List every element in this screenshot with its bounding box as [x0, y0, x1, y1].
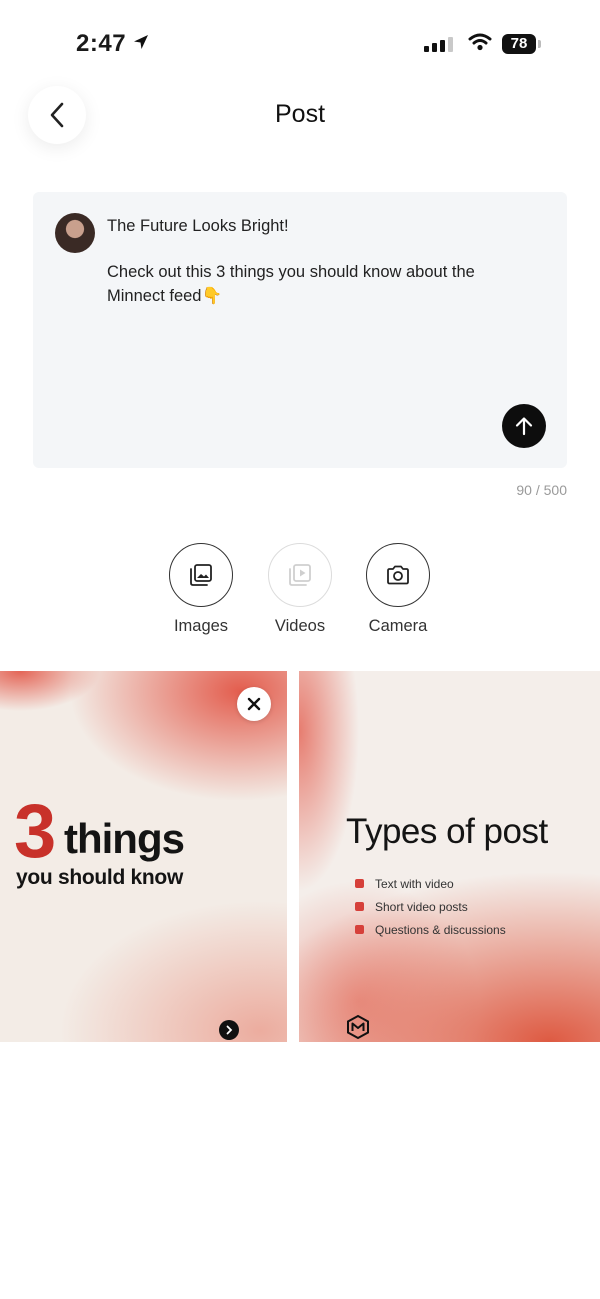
chevron-right-icon — [219, 1020, 239, 1040]
thumbnail-headline: things — [64, 815, 185, 862]
page-title: Post — [274, 100, 326, 128]
images-button[interactable]: Images — [146, 543, 256, 636]
chat-bullet-icon — [355, 925, 364, 934]
list-item: Questions & discussions — [355, 918, 506, 941]
list-item-label: Questions & discussions — [375, 922, 506, 937]
attachment-thumbnail-2[interactable] — [299, 671, 600, 1042]
minnect-logo-icon — [347, 1014, 369, 1040]
location-arrow-icon — [134, 35, 148, 49]
battery-nub — [538, 40, 541, 48]
cell-signal-icon — [424, 37, 453, 52]
list-item: Text with video — [355, 872, 506, 895]
status-time: 2:47 — [76, 30, 127, 57]
thumbnail-big-number: 3 — [14, 789, 56, 874]
remove-attachment-button[interactable] — [237, 687, 271, 721]
videos-button[interactable]: Videos — [245, 543, 355, 636]
send-button[interactable] — [502, 404, 546, 448]
list-item-label: Text with video — [375, 876, 454, 891]
video-bullet-icon — [355, 902, 364, 911]
thumbnail2-headline: Types of post — [346, 812, 548, 851]
character-counter: 90 / 500 — [516, 482, 567, 498]
text-video-bullet-icon — [355, 879, 364, 888]
images-label: Images — [173, 617, 229, 635]
images-icon — [190, 564, 212, 586]
battery-indicator: 78 — [502, 34, 536, 54]
list-item: Short video posts — [355, 895, 506, 918]
user-avatar — [55, 213, 95, 253]
wifi-icon — [468, 33, 492, 51]
videos-button-circle[interactable] — [268, 543, 332, 607]
camera-button[interactable]: Camera — [343, 543, 453, 636]
camera-icon — [387, 565, 409, 585]
post-text-line-1: The Future Looks Bright! — [107, 217, 289, 235]
post-text-line-2: Check out this 3 things you should know … — [107, 263, 475, 305]
post-text-input[interactable]: The Future Looks Bright! Check out this … — [107, 214, 507, 330]
camera-label: Camera — [368, 617, 428, 635]
arrow-up-icon — [515, 417, 533, 436]
thumbnail2-list: Text with video Short video posts Questi… — [355, 872, 506, 941]
camera-button-circle[interactable] — [366, 543, 430, 607]
list-item-label: Short video posts — [375, 899, 468, 914]
close-icon — [247, 697, 261, 711]
videos-icon — [289, 564, 311, 586]
images-button-circle[interactable] — [169, 543, 233, 607]
thumbnail-subline: you should know — [16, 866, 183, 889]
videos-label: Videos — [274, 617, 326, 635]
